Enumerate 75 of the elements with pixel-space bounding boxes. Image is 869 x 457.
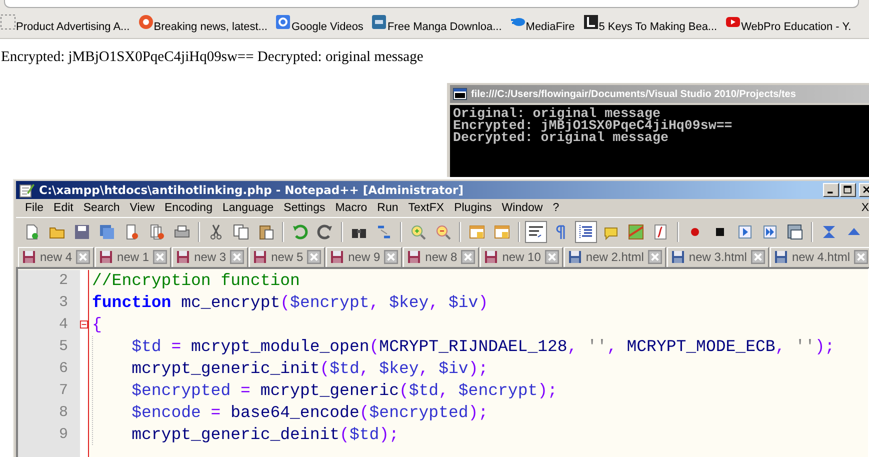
bookmark-link[interactable]: Breaking news, latest...	[154, 20, 268, 32]
line-number: 3	[58, 292, 69, 313]
close-tab-icon[interactable]	[307, 250, 322, 264]
bookmark-icon	[138, 14, 154, 30]
menu-item[interactable]: View	[124, 202, 160, 214]
close-tab-icon[interactable]	[230, 250, 244, 264]
console-line: Original: original message	[453, 108, 660, 120]
line-number: 4	[58, 314, 69, 335]
code-line: //Encryption function	[92, 270, 301, 292]
line-number: 9	[58, 424, 69, 445]
close-tab-icon[interactable]	[153, 250, 168, 264]
close-tab-icon[interactable]	[461, 250, 476, 264]
menu-item[interactable]: Plugins	[449, 202, 497, 214]
close-tab-icon[interactable]	[854, 250, 868, 264]
close-document-button[interactable]: X	[856, 202, 869, 214]
close-tab-icon[interactable]	[544, 250, 559, 264]
close-tab-icon[interactable]	[750, 250, 765, 264]
close-tab-icon[interactable]	[384, 250, 398, 264]
bookmark-link[interactable]: Free Manga Downloa...	[387, 20, 502, 32]
minimize-icon[interactable]	[823, 182, 839, 197]
line-number: 5	[58, 336, 69, 357]
close-tab-icon[interactable]	[76, 250, 90, 264]
bookmark-icon	[582, 14, 599, 30]
close-tab-icon[interactable]	[648, 250, 662, 264]
bookmark-link[interactable]: MediaFire	[526, 20, 575, 32]
window-title: C:\xampp\htdocs\antihotlinking.php - Notepad++ [Administrator]	[39, 182, 464, 197]
word-wrap-icon[interactable]	[526, 222, 546, 242]
document-tab[interactable]: new 2.html	[564, 246, 666, 267]
menu-item[interactable]: Settings	[278, 202, 330, 214]
indent-guide-icon[interactable]	[576, 222, 596, 242]
document-tab[interactable]: new 3.html	[666, 246, 769, 267]
menu-item[interactable]: Encoding	[160, 202, 218, 214]
undo-icon[interactable]	[290, 222, 310, 242]
document-tab[interactable]: new 10	[480, 246, 563, 267]
console-line: Decrypted: original message	[453, 132, 668, 144]
line-number: 7	[58, 380, 69, 401]
document-tab[interactable]: new 5	[249, 246, 326, 267]
document-tab[interactable]: new 1	[95, 246, 172, 267]
code-editor[interactable]	[16, 266, 869, 457]
line-number: 6	[58, 358, 69, 379]
notepad-icon	[19, 182, 35, 198]
menu-item[interactable]: Window	[496, 202, 548, 214]
redo-icon[interactable]	[315, 222, 335, 242]
menu-item[interactable]: Language	[217, 202, 279, 214]
console-line: Encrypted: jMBjO1SX0PqeC4jiHq09sw==	[453, 120, 734, 132]
document-tab[interactable]: new 4.html	[770, 246, 869, 267]
window-title: file:///C:/Users/flowingair/Documents/Visual Studio 2010/Projects/tes	[471, 88, 796, 100]
bookmark-link[interactable]: WebPro Education - Y.	[741, 20, 852, 32]
menu-item[interactable]: TextFX	[403, 202, 450, 214]
document-tab[interactable]: new 9	[326, 246, 402, 267]
code-line: {	[92, 314, 103, 336]
document-tab[interactable]: new 3	[172, 246, 248, 267]
bookmark-icon	[371, 14, 388, 30]
bookmark-icon	[0, 14, 16, 30]
menu-item[interactable]: Search	[78, 202, 125, 214]
save-macro-icon[interactable]	[785, 222, 805, 242]
line-number: 2	[58, 270, 69, 291]
bookmark-link[interactable]: Product Advertising A...	[16, 20, 130, 32]
console-icon	[453, 88, 467, 100]
maximize-icon[interactable]	[840, 182, 856, 197]
bookmark-link[interactable]: Google Videos	[291, 20, 364, 32]
menu-item[interactable]: Edit	[48, 202, 78, 214]
line-number: 8	[58, 402, 69, 423]
copy-icon[interactable]	[231, 222, 251, 242]
bookmark-icon	[275, 14, 292, 30]
document-tab[interactable]: new 8	[403, 246, 480, 267]
code-line: function mc_encrypt($encrypt, $key, $iv)	[92, 292, 490, 314]
menu-item[interactable]: File	[20, 202, 49, 214]
menu-item[interactable]: ?	[548, 202, 564, 214]
bookmark-link[interactable]: 5 Keys To Making Bea...	[598, 20, 718, 32]
page-text: Encrypted: jMBjO1SX0PqeC4jiHq09sw== Decrypted: original message	[0, 48, 424, 66]
menu-item[interactable]: Macro	[330, 202, 372, 214]
document-tab[interactable]: new 4	[18, 246, 94, 267]
fold-icon[interactable]	[80, 320, 88, 330]
menu-item[interactable]: Run	[372, 202, 404, 214]
